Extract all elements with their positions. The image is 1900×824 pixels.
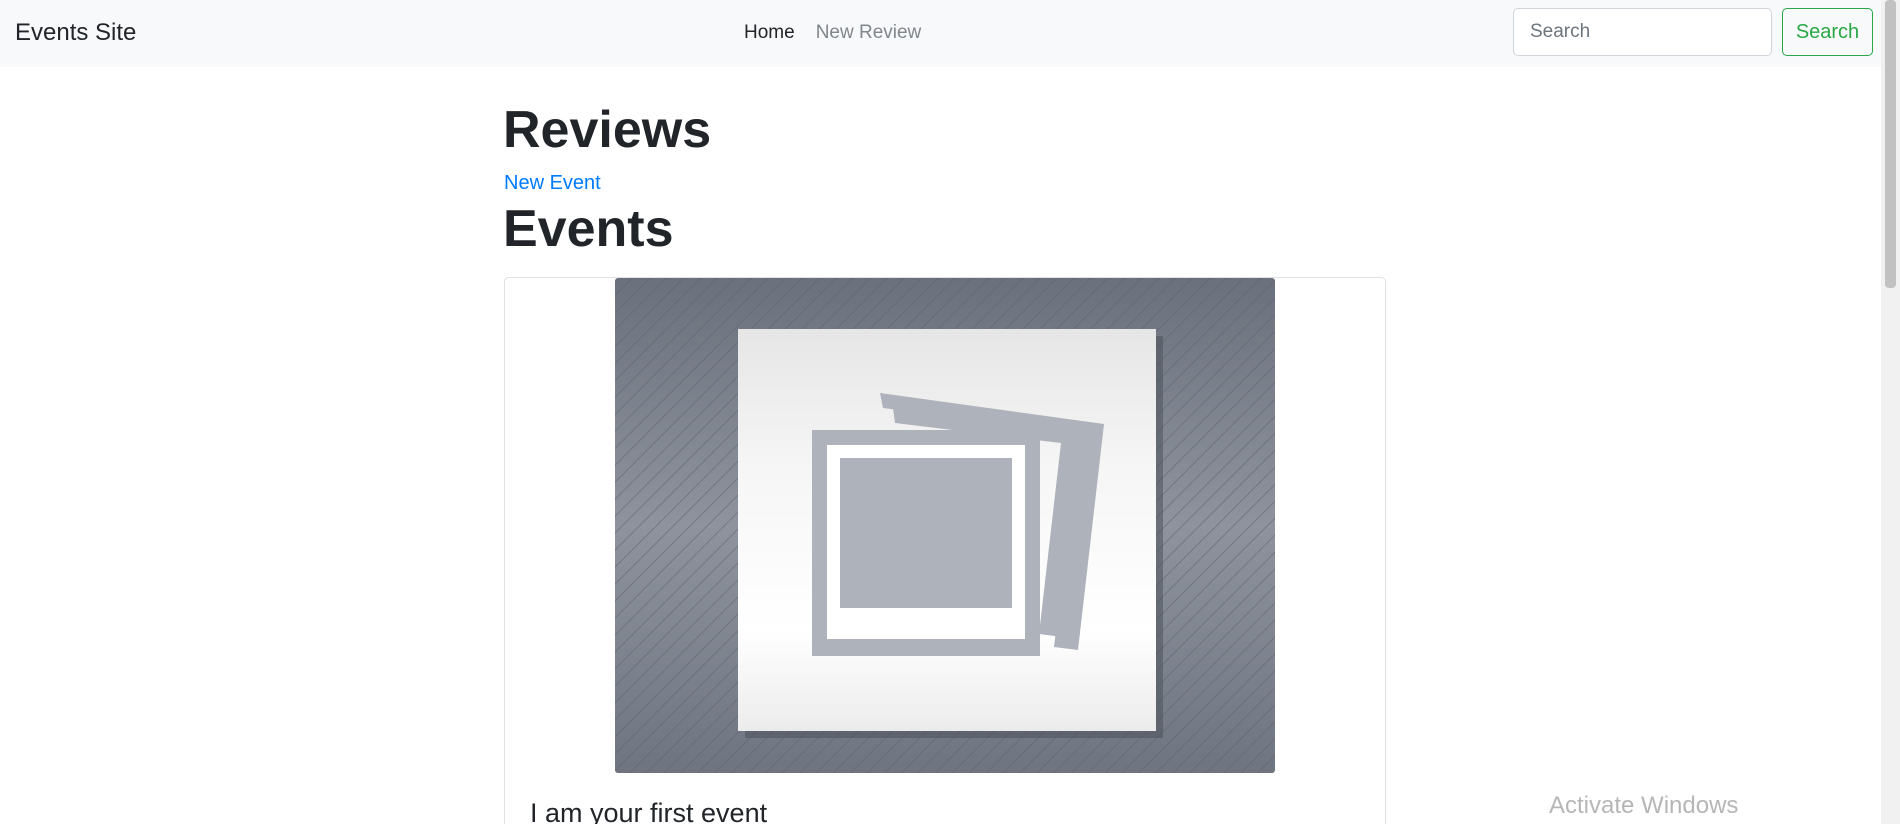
new-event-link[interactable]: New Event bbox=[504, 170, 601, 196]
search-button[interactable]: Search bbox=[1782, 8, 1873, 56]
nav-links: Home New Review bbox=[744, 20, 921, 46]
search-input[interactable] bbox=[1513, 8, 1772, 56]
top-navbar: Events Site Home New Review Search bbox=[0, 0, 1881, 67]
brand-link[interactable]: Events Site bbox=[15, 18, 136, 48]
nav-link-home[interactable]: Home bbox=[744, 20, 795, 46]
event-card-title: I am your first event bbox=[530, 798, 768, 824]
events-heading: Events bbox=[503, 200, 674, 258]
event-card: I am your first event bbox=[504, 277, 1386, 824]
reviews-heading: Reviews bbox=[503, 101, 712, 159]
scrollbar-thumb[interactable] bbox=[1885, 0, 1896, 288]
placeholder-image-icon bbox=[615, 278, 1275, 773]
nav-link-new-review[interactable]: New Review bbox=[816, 20, 922, 46]
activate-windows-watermark: Activate Windows bbox=[1549, 792, 1739, 819]
